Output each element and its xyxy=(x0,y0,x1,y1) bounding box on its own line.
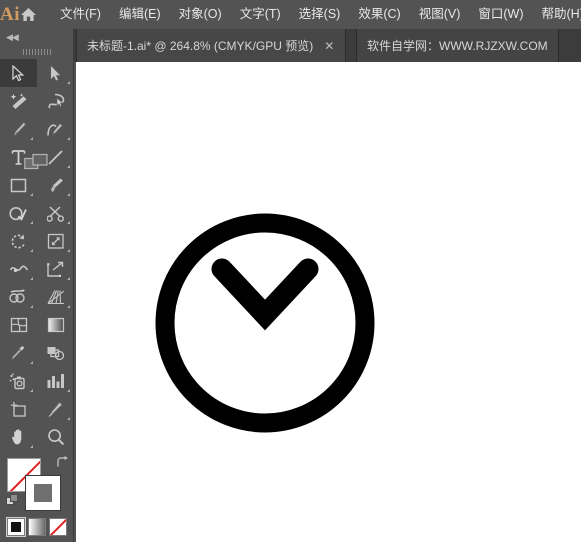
lasso-tool[interactable] xyxy=(37,87,74,115)
tool-flyout-indicator xyxy=(30,389,33,392)
color-mode-button[interactable] xyxy=(6,517,26,537)
menu-item-object[interactable]: 对象(O) xyxy=(170,4,231,25)
menu-item-file[interactable]: 文件(F) xyxy=(51,4,110,25)
mesh-tool[interactable] xyxy=(0,311,37,339)
home-icon[interactable] xyxy=(20,0,37,29)
shaper-tool[interactable] xyxy=(0,199,37,227)
menu-items: 文件(F) 编辑(E) 对象(O) 文字(T) 选择(S) 效果(C) 视图(V… xyxy=(51,4,581,25)
document-tab-label: 未标题-1.ai* @ 264.8% (CMYK/GPU 预览) xyxy=(87,39,314,53)
illustrator-window: Ai 文件(F) 编辑(E) 对象(O) 文字(T) 选择(S) 效果(C) 视… xyxy=(0,0,581,542)
width-tool[interactable] xyxy=(0,255,37,283)
tool-flyout-indicator xyxy=(30,361,33,364)
tool-flyout-indicator xyxy=(30,277,33,280)
menu-item-help[interactable]: 帮助(H) xyxy=(533,4,581,25)
menu-item-window[interactable]: 窗口(W) xyxy=(469,4,532,25)
menu-item-view[interactable]: 视图(V) xyxy=(410,4,470,25)
tool-flyout-indicator xyxy=(67,137,70,140)
scale-tool[interactable] xyxy=(37,227,74,255)
menu-item-effect[interactable]: 效果(C) xyxy=(349,4,409,25)
blend-tool[interactable] xyxy=(37,339,74,367)
column-graph-tool[interactable] xyxy=(37,367,74,395)
artboard-tool[interactable] xyxy=(0,395,37,423)
artwork-chevron[interactable] xyxy=(211,258,319,331)
menu-bar: Ai 文件(F) 编辑(E) 对象(O) 文字(T) 选择(S) 效果(C) 视… xyxy=(0,0,581,29)
gradient-tool[interactable] xyxy=(37,311,74,339)
tool-flyout-indicator xyxy=(30,193,33,196)
eyedropper-tool[interactable] xyxy=(0,339,37,367)
tools-panel: ◀◀ xyxy=(0,29,74,542)
tool-flyout-indicator xyxy=(67,221,70,224)
tool-flyout-indicator xyxy=(67,81,70,84)
none-mode-button[interactable] xyxy=(49,518,67,536)
tool-flyout-indicator xyxy=(67,249,70,252)
stroke-swatch-center xyxy=(34,484,52,502)
tool-flyout-indicator xyxy=(30,137,33,140)
change-screen-mode-button[interactable] xyxy=(0,147,74,177)
color-mode-buttons xyxy=(6,517,67,540)
tool-flyout-indicator xyxy=(67,417,70,420)
document-tab[interactable]: 软件自学网：WWW.RJZXW.COM xyxy=(356,29,559,62)
close-icon[interactable]: ✕ xyxy=(323,40,335,52)
magic-wand-tool[interactable] xyxy=(0,87,37,115)
perspective-grid-tool[interactable] xyxy=(37,283,74,311)
default-fill-stroke-icon[interactable] xyxy=(6,494,19,512)
fill-stroke-controls xyxy=(0,454,74,537)
tool-flyout-indicator xyxy=(67,389,70,392)
tools-panel-header[interactable]: ◀◀ xyxy=(0,29,73,45)
tool-grid xyxy=(0,59,73,451)
direct-selection-tool[interactable] xyxy=(37,59,74,87)
scissors-tool[interactable] xyxy=(37,199,74,227)
menu-item-type[interactable]: 文字(T) xyxy=(231,4,290,25)
tool-flyout-indicator xyxy=(67,305,70,308)
tool-flyout-indicator xyxy=(67,193,70,196)
document-tab[interactable]: 未标题-1.ai* @ 264.8% (CMYK/GPU 预览) ✕ xyxy=(76,29,347,62)
menu-item-select[interactable]: 选择(S) xyxy=(290,4,350,25)
tool-flyout-indicator xyxy=(67,277,70,280)
artwork-chevron-down-in-circle[interactable] xyxy=(76,62,581,542)
pen-tool[interactable] xyxy=(0,115,37,143)
shape-builder-tool[interactable] xyxy=(0,283,37,311)
rotate-tool[interactable] xyxy=(0,227,37,255)
menu-item-edit[interactable]: 编辑(E) xyxy=(110,4,170,25)
tool-flyout-indicator xyxy=(30,445,33,448)
grip-dots-icon xyxy=(22,49,51,55)
stroke-swatch[interactable] xyxy=(25,475,61,511)
document-tab-label: 软件自学网：WWW.RJZXW.COM xyxy=(367,39,548,53)
document-canvas[interactable] xyxy=(76,62,581,542)
free-transform-tool[interactable] xyxy=(37,255,74,283)
tool-flyout-indicator xyxy=(30,221,33,224)
tool-flyout-indicator xyxy=(30,249,33,252)
collapse-panel-icon[interactable]: ◀◀ xyxy=(6,32,19,43)
ai-logo: Ai xyxy=(0,3,20,25)
hand-tool[interactable] xyxy=(0,423,37,451)
zoom-tool[interactable] xyxy=(37,423,74,451)
swap-fill-stroke-icon[interactable] xyxy=(56,456,69,474)
document-tab-bar: 未标题-1.ai* @ 264.8% (CMYK/GPU 预览) ✕ 软件自学网… xyxy=(0,29,581,62)
curvature-tool[interactable] xyxy=(37,115,74,143)
selection-tool[interactable] xyxy=(0,59,37,87)
slice-tool[interactable] xyxy=(37,395,74,423)
symbol-sprayer-tool[interactable] xyxy=(0,367,37,395)
tools-panel-drag-handle[interactable] xyxy=(0,45,73,59)
gradient-mode-button[interactable] xyxy=(28,518,46,536)
tool-flyout-indicator xyxy=(30,305,33,308)
